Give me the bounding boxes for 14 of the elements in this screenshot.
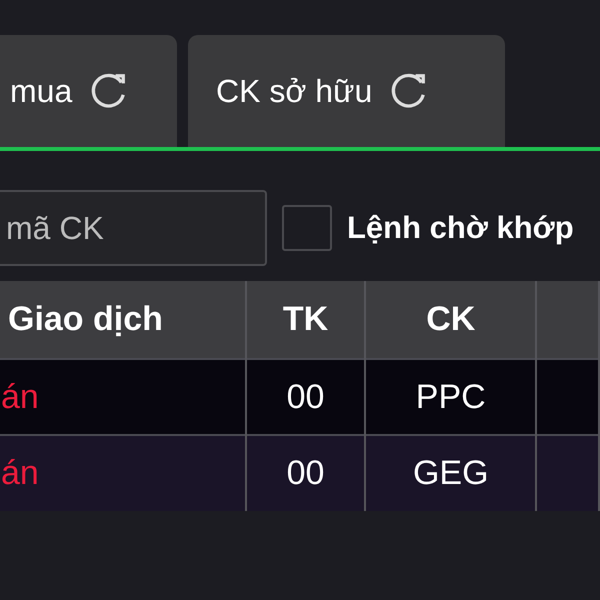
table-cell: án [1, 378, 39, 416]
column-header: Giao dịch [0, 281, 246, 359]
table-cell: GEG [365, 435, 536, 511]
column-header: TK [246, 281, 366, 359]
column-header: CK [365, 281, 536, 359]
checkbox[interactable] [282, 205, 332, 251]
table-cell: án [1, 454, 39, 492]
table-cell: 00 [246, 435, 366, 511]
search-field[interactable]: mã CK [0, 190, 267, 266]
checkbox-label: Lệnh chờ khớp [347, 208, 574, 247]
table-cell: PPC [365, 359, 536, 435]
tab[interactable]: mua [0, 35, 177, 147]
tab[interactable]: CK sở hữu [188, 35, 505, 147]
table-cell: 00 [246, 359, 366, 435]
